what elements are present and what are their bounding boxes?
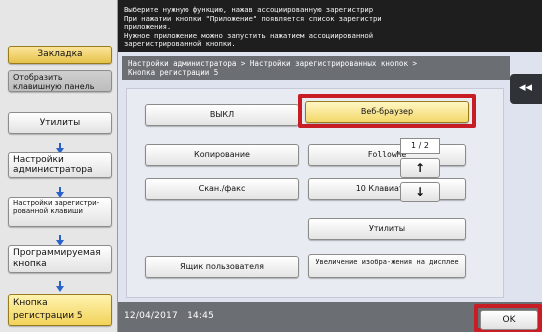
time-text: 14:45 (187, 311, 214, 321)
left-navigation-panel: Закладка Отобразить клавишную панель Ути… (0, 0, 118, 332)
nav-programmable-key-label: Программируемая кнопка (13, 248, 101, 269)
date-time-display: 12/04/2017 14:45 (124, 311, 214, 321)
nav-admin-settings-label: Настройки администратора (13, 155, 93, 175)
function-copy-label: Копирование (194, 150, 250, 159)
function-user-box-label: Ящик пользователя (180, 262, 264, 271)
function-utilities-button[interactable]: Утилиты (308, 218, 466, 240)
touch-panel-screen: Закладка Отобразить клавишную панель Ути… (0, 0, 542, 332)
page-navigator: 1 / 2 ↑ ↓ (400, 138, 444, 208)
function-web-browser-button[interactable]: Веб-браузер (305, 101, 469, 123)
function-scan-fax-button[interactable]: Скан./факс (145, 178, 299, 200)
show-keypad-label: Отобразить клавишную панель (13, 73, 95, 91)
function-copy-button[interactable]: Копирование (145, 144, 299, 166)
nav-registration-key5-button[interactable]: Кнопка регистрации 5 (8, 294, 112, 326)
nav-registered-keys-button[interactable]: Настройки зарегистри-рованной клавиши (8, 197, 112, 227)
function-scan-fax-label: Скан./факс (198, 184, 246, 193)
instruction-line: зарегистрированной кнопки. (124, 39, 236, 49)
function-user-box-button[interactable]: Ящик пользователя (145, 256, 299, 278)
arrow-down-icon (56, 281, 64, 292)
back-tab-button[interactable]: ◂◂ (510, 74, 542, 104)
function-web-browser-label: Веб-браузер (360, 107, 414, 116)
show-keypad-button[interactable]: Отобразить клавишную панель (8, 70, 112, 92)
arrow-up-icon: ↑ (414, 161, 426, 175)
breadcrumb-line: Кнопка регистрации 5 (128, 67, 219, 77)
arrow-down-icon: ↓ (414, 185, 426, 199)
page-up-button[interactable]: ↑ (400, 158, 440, 178)
nav-utilities-label: Утилиты (39, 118, 81, 128)
breadcrumb: Настройки администратора > Настройки зар… (122, 56, 510, 80)
ok-label: OK (502, 315, 516, 325)
nav-programmable-key-button[interactable]: Программируемая кнопка (8, 245, 112, 273)
function-off-button[interactable]: ВЫКЛ (145, 104, 299, 126)
date-text: 12/04/2017 (124, 311, 178, 321)
instruction-line: При нажатии кнопки "Приложение" появляет… (124, 13, 382, 23)
page-down-button[interactable]: ↓ (400, 182, 440, 202)
nav-registration-key5-label: Кнопка регистрации 5 (13, 298, 83, 321)
function-enlarge-display-label: Увеличение изобра-жения на дисплее (315, 258, 459, 266)
function-enlarge-display-button[interactable]: Увеличение изобра-жения на дисплее (308, 254, 466, 278)
nav-utilities-button[interactable]: Утилиты (8, 112, 112, 134)
bookmark-button[interactable]: Закладка (8, 46, 112, 64)
function-off-label: ВЫКЛ (209, 110, 235, 119)
function-utilities-label: Утилиты (368, 224, 406, 233)
page-indicator: 1 / 2 (400, 138, 440, 154)
double-chevron-left-icon: ◂◂ (519, 80, 533, 95)
nav-registered-keys-label: Настройки зарегистри-рованной клавиши (13, 199, 100, 215)
instruction-message: Выберите нужную функцию, нажав ассоцииро… (118, 0, 542, 52)
bookmark-label: Закладка (37, 49, 83, 59)
ok-button[interactable]: OK (480, 310, 538, 330)
nav-admin-settings-button[interactable]: Настройки администратора (8, 152, 112, 178)
